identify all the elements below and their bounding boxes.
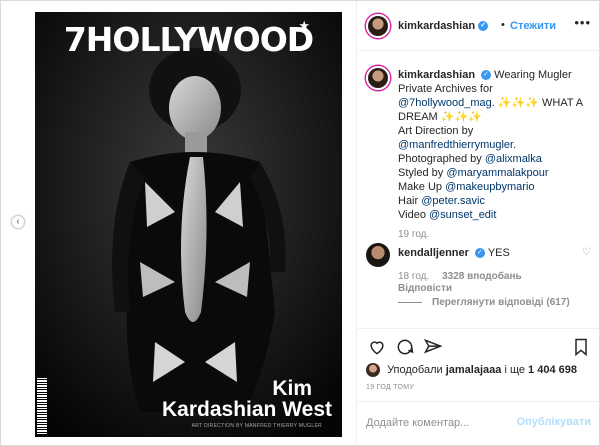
more-options-icon[interactable]: ••• (574, 15, 591, 30)
cover-credit: ART DIRECTION BY MANFRED THIERRY MUGLER (191, 423, 322, 429)
save-bookmark-icon[interactable] (571, 337, 591, 357)
header-separator: • (501, 19, 505, 31)
liked-prefix: Уподобали (387, 363, 443, 376)
comment-bubble-icon[interactable] (395, 337, 415, 357)
cover-photo (35, 12, 342, 437)
caption-text: Art Direction by (398, 125, 474, 137)
magazine-cover-image[interactable]: 7HOLLYWOOD ★ Kim Kardashian West ART DIR… (35, 12, 342, 437)
liker-username[interactable]: jamalajaaa (446, 364, 502, 376)
reply-button[interactable]: Відповісти (398, 283, 452, 294)
instagram-post-window: 7HOLLYWOOD ★ Kim Kardashian West ART DIR… (0, 0, 600, 446)
commenter-username[interactable]: kendalljenner (398, 247, 469, 259)
comment-input[interactable] (366, 414, 516, 432)
post-media: 7HOLLYWOOD ★ Kim Kardashian West ART DIR… (1, 1, 357, 445)
caption-text: Photographed by (398, 153, 485, 165)
mention-link[interactable]: @manfredthierrymugler (398, 139, 513, 151)
author-username[interactable]: kimkardashian ✓ (398, 20, 489, 32)
mention-link[interactable]: @7hollywood_mag (398, 97, 492, 109)
verified-badge-icon: ✓ (474, 248, 485, 259)
like-comment-heart-icon[interactable]: ♡ (582, 247, 591, 258)
caption: kimkardashian ✓ Wearing Mugler Private A… (398, 69, 583, 221)
post-header: kimkardashian ✓ • Стежити ••• (358, 1, 599, 51)
verified-badge-icon: ✓ (481, 70, 492, 81)
mention-link[interactable]: @sunset_edit (429, 209, 496, 221)
mention-link[interactable]: @maryammalakpour (446, 167, 548, 179)
caption-text: Hair (398, 195, 422, 207)
comment-timestamp: 18 год. (398, 271, 430, 282)
masthead-star-icon: ★ (298, 18, 310, 33)
likes-summary: Уподобали jamalajaaa і ще 1 404 698 (366, 363, 577, 377)
like-heart-icon[interactable] (367, 337, 387, 357)
follow-button[interactable]: Стежити (510, 20, 556, 32)
post-actions: Уподобали jamalajaaa і ще 1 404 698 19 Г… (358, 328, 599, 438)
caption-text: Make Up (398, 181, 446, 193)
view-replies-label[interactable]: Переглянути відповіді (617) (432, 297, 570, 308)
publish-button[interactable]: Опублікувати (517, 416, 591, 428)
barcode (37, 378, 47, 434)
add-comment-bar: Опублікувати (358, 401, 599, 445)
verified-badge-icon: ✓ (478, 21, 489, 32)
previous-image-chevron-icon[interactable]: ‹ (11, 215, 25, 229)
cover-masthead: 7HOLLYWOOD (63, 20, 314, 59)
replies-divider (398, 301, 422, 303)
commenter-avatar[interactable] (366, 243, 390, 267)
liked-mid: і ще (504, 363, 525, 376)
caption-text: Styled by (398, 167, 447, 179)
share-send-icon[interactable] (423, 337, 443, 357)
view-replies-button[interactable]: Переглянути відповіді (617) (398, 297, 570, 308)
comment-likes-count[interactable]: 3328 вподобань (442, 271, 522, 282)
comment-text: YES (487, 247, 510, 259)
likes-count[interactable]: 1 404 698 (528, 364, 577, 376)
caption-timestamp: 19 год. (398, 229, 430, 240)
caption-username[interactable]: kimkardashian (398, 69, 475, 81)
comment: kendalljenner ✓ YES (398, 247, 510, 259)
post-details-panel: kimkardashian ✓ • Стежити ••• kimkardashi… (358, 1, 599, 445)
comments-section: kimkardashian ✓ Wearing Mugler Private A… (358, 52, 599, 328)
caption-text: Video (398, 209, 429, 221)
caption-author-avatar[interactable] (366, 66, 390, 90)
mention-link[interactable]: @alixmalka (485, 153, 542, 165)
comment-meta: 18 год. 3328 вподобань (398, 271, 532, 282)
liker-avatar (366, 363, 380, 377)
post-timestamp: 19 ГОД ТОМУ (366, 384, 415, 391)
mention-link[interactable]: @makeupbymario (445, 181, 534, 193)
cover-headline-line2: Kardashian West (162, 398, 332, 421)
author-username-text[interactable]: kimkardashian (398, 20, 475, 32)
mention-link[interactable]: @peter.savic (421, 195, 485, 207)
author-avatar[interactable] (366, 14, 390, 38)
